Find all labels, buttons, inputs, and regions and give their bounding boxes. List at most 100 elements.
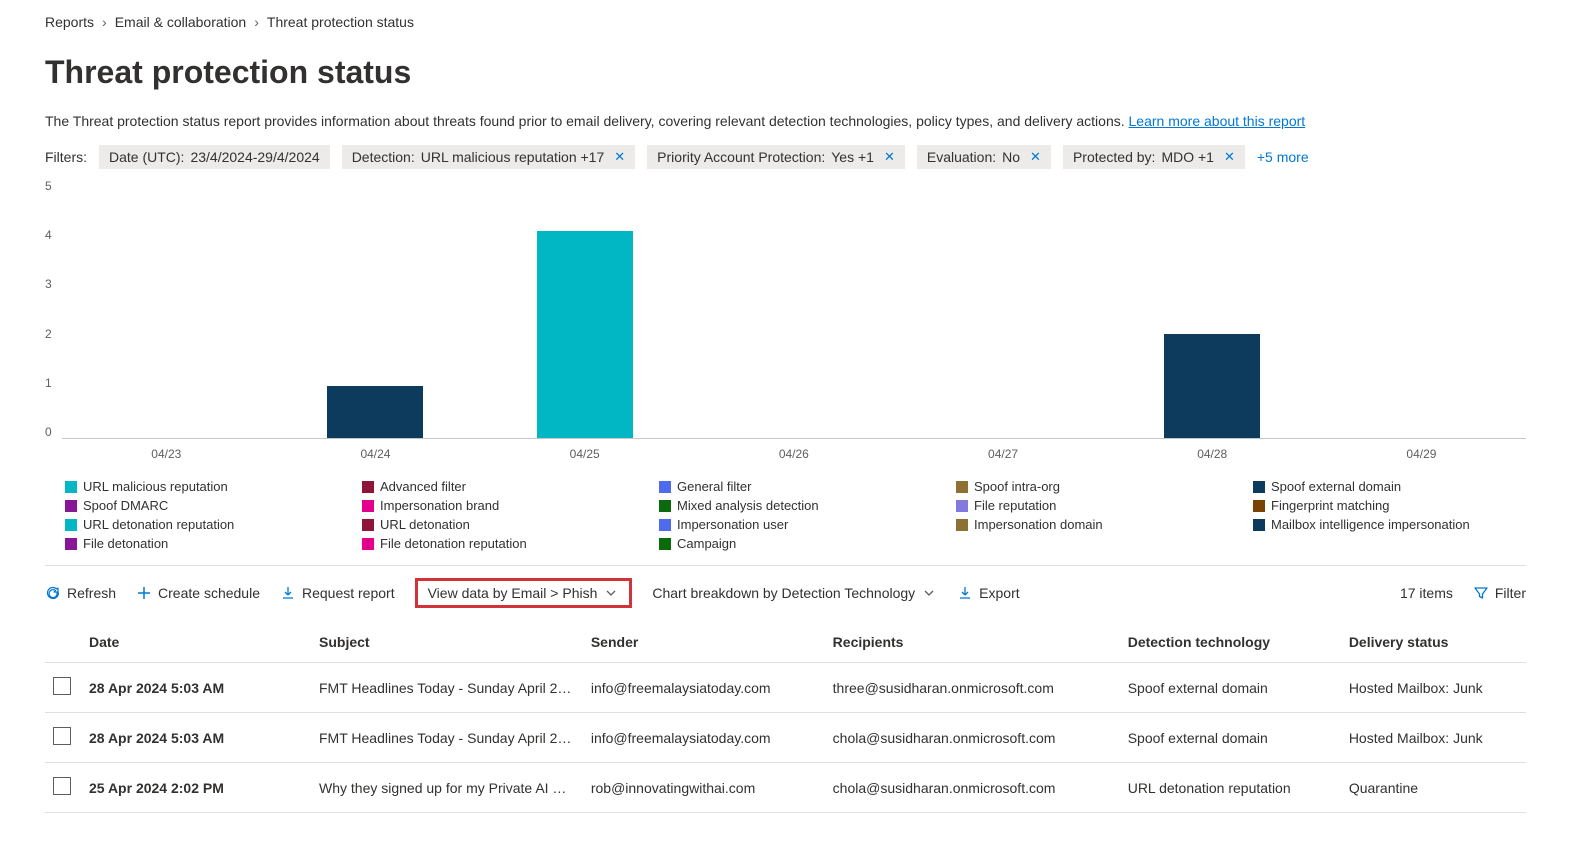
filters-more-link[interactable]: +5 more <box>1257 149 1309 165</box>
chart-breakdown-dropdown[interactable]: Chart breakdown by Detection Technology <box>652 585 937 601</box>
y-axis: 543210 <box>45 179 62 439</box>
table-cell: Hosted Mailbox: Junk <box>1341 663 1526 713</box>
legend-item[interactable]: Mailbox intelligence impersonation <box>1253 517 1526 532</box>
legend-item[interactable]: URL detonation <box>362 517 635 532</box>
bar-slot <box>1317 179 1526 438</box>
legend-swatch <box>65 538 77 550</box>
legend-item[interactable]: URL detonation reputation <box>65 517 338 532</box>
column-header[interactable]: Detection technology <box>1120 622 1341 663</box>
legend-item[interactable]: Impersonation user <box>659 517 932 532</box>
row-checkbox[interactable] <box>53 677 71 695</box>
table-cell: 25 Apr 2024 2:02 PM <box>81 763 311 813</box>
filter-chip[interactable]: Detection: URL malicious reputation +17✕ <box>342 145 635 169</box>
request-report-button[interactable]: Request report <box>280 585 395 601</box>
bar[interactable] <box>327 179 423 438</box>
table-row[interactable]: 25 Apr 2024 2:02 PMWhy they signed up fo… <box>45 763 1526 813</box>
legend-item[interactable]: File detonation reputation <box>362 536 635 551</box>
page-title: Threat protection status <box>45 54 1526 91</box>
filter-chip[interactable]: Priority Account Protection: Yes +1✕ <box>647 145 905 169</box>
column-header[interactable]: Recipients <box>825 622 1120 663</box>
bar[interactable] <box>1164 179 1260 438</box>
learn-more-link[interactable]: Learn more about this report <box>1129 113 1306 129</box>
filters-label: Filters: <box>45 149 87 165</box>
column-header[interactable]: Date <box>81 622 311 663</box>
column-header[interactable]: Subject <box>311 622 583 663</box>
legend-item[interactable]: Spoof external domain <box>1253 479 1526 494</box>
export-button[interactable]: Export <box>957 585 1019 601</box>
close-icon[interactable]: ✕ <box>884 149 895 165</box>
bar-slot <box>898 179 1107 438</box>
legend-item[interactable]: Mixed analysis detection <box>659 498 932 513</box>
download-icon <box>280 585 296 601</box>
filter-chip[interactable]: Evaluation: No✕ <box>917 145 1051 169</box>
legend-swatch <box>65 500 77 512</box>
legend-item[interactable]: File detonation <box>65 536 338 551</box>
bar[interactable] <box>118 179 214 438</box>
filter-chip[interactable]: Protected by: MDO +1✕ <box>1063 145 1245 169</box>
chart-legend: URL malicious reputation Advanced filter G… <box>65 479 1526 551</box>
legend-item[interactable]: File reputation <box>956 498 1229 513</box>
x-axis: 04/2304/2404/2504/2604/2704/2804/29 <box>62 447 1526 461</box>
view-data-by-dropdown[interactable]: View data by Email > Phish <box>415 578 633 608</box>
legend-item[interactable]: Spoof DMARC <box>65 498 338 513</box>
filter-button[interactable]: Filter <box>1473 585 1526 601</box>
legend-swatch <box>1253 481 1265 493</box>
table-cell: URL detonation reputation <box>1120 763 1341 813</box>
legend-swatch <box>956 500 968 512</box>
legend-swatch <box>362 538 374 550</box>
legend-swatch <box>362 519 374 531</box>
table-row[interactable]: 28 Apr 2024 5:03 AMFMT Headlines Today -… <box>45 663 1526 713</box>
table-cell: 28 Apr 2024 5:03 AM <box>81 663 311 713</box>
legend-swatch <box>362 500 374 512</box>
legend-item[interactable]: General filter <box>659 479 932 494</box>
table-cell: Spoof external domain <box>1120 713 1341 763</box>
legend-item[interactable]: Spoof intra-org <box>956 479 1229 494</box>
legend-item[interactable]: Impersonation brand <box>362 498 635 513</box>
filter-chip[interactable]: Date (UTC): 23/4/2024-29/4/2024 <box>99 145 330 169</box>
legend-item[interactable]: URL malicious reputation <box>65 479 338 494</box>
breadcrumb-item[interactable]: Reports <box>45 14 94 30</box>
legend-item[interactable]: Campaign <box>659 536 932 551</box>
bar[interactable] <box>955 179 1051 438</box>
bar[interactable] <box>537 179 633 438</box>
legend-item[interactable]: Advanced filter <box>362 479 635 494</box>
close-icon[interactable]: ✕ <box>614 149 625 165</box>
legend-item[interactable]: Fingerprint matching <box>1253 498 1526 513</box>
plot-area <box>62 179 1526 439</box>
legend-swatch <box>659 519 671 531</box>
close-icon[interactable]: ✕ <box>1224 149 1235 165</box>
table-row[interactable]: 28 Apr 2024 5:03 AMFMT Headlines Today -… <box>45 713 1526 763</box>
bar-slot <box>480 179 689 438</box>
create-schedule-button[interactable]: Create schedule <box>136 585 260 601</box>
legend-item[interactable]: Impersonation domain <box>956 517 1229 532</box>
legend-swatch <box>659 500 671 512</box>
table-cell: chola@susidharan.onmicrosoft.com <box>825 763 1120 813</box>
table-cell: Hosted Mailbox: Junk <box>1341 713 1526 763</box>
results-table: DateSubjectSenderRecipientsDetection tec… <box>45 622 1526 813</box>
column-header[interactable]: Delivery status <box>1341 622 1526 663</box>
legend-swatch <box>956 519 968 531</box>
chart: 543210 04/2304/2404/2504/2604/2704/2804/… <box>45 179 1526 461</box>
refresh-button[interactable]: Refresh <box>45 585 116 601</box>
chevron-right-icon: › <box>102 14 107 30</box>
bar[interactable] <box>746 179 842 438</box>
row-checkbox[interactable] <box>53 727 71 745</box>
column-header[interactable]: Sender <box>583 622 825 663</box>
table-cell: three@susidharan.onmicrosoft.com <box>825 663 1120 713</box>
breadcrumb-item[interactable]: Email & collaboration <box>115 14 247 30</box>
refresh-icon <box>45 585 61 601</box>
legend-swatch <box>65 519 77 531</box>
chevron-down-icon <box>921 585 937 601</box>
bar[interactable] <box>1373 179 1469 438</box>
row-checkbox[interactable] <box>53 777 71 795</box>
close-icon[interactable]: ✕ <box>1030 149 1041 165</box>
plus-icon <box>136 585 152 601</box>
table-cell: Spoof external domain <box>1120 663 1341 713</box>
toolbar: Refresh Create schedule Request report V… <box>45 566 1526 622</box>
table-cell: rob@innovatingwithai.com <box>583 763 825 813</box>
items-count: 17 items <box>1400 585 1453 601</box>
legend-swatch <box>956 481 968 493</box>
table-cell: 28 Apr 2024 5:03 AM <box>81 713 311 763</box>
page-description: The Threat protection status report prov… <box>45 113 1526 129</box>
table-cell: FMT Headlines Today - Sunday April 2… <box>311 663 583 713</box>
